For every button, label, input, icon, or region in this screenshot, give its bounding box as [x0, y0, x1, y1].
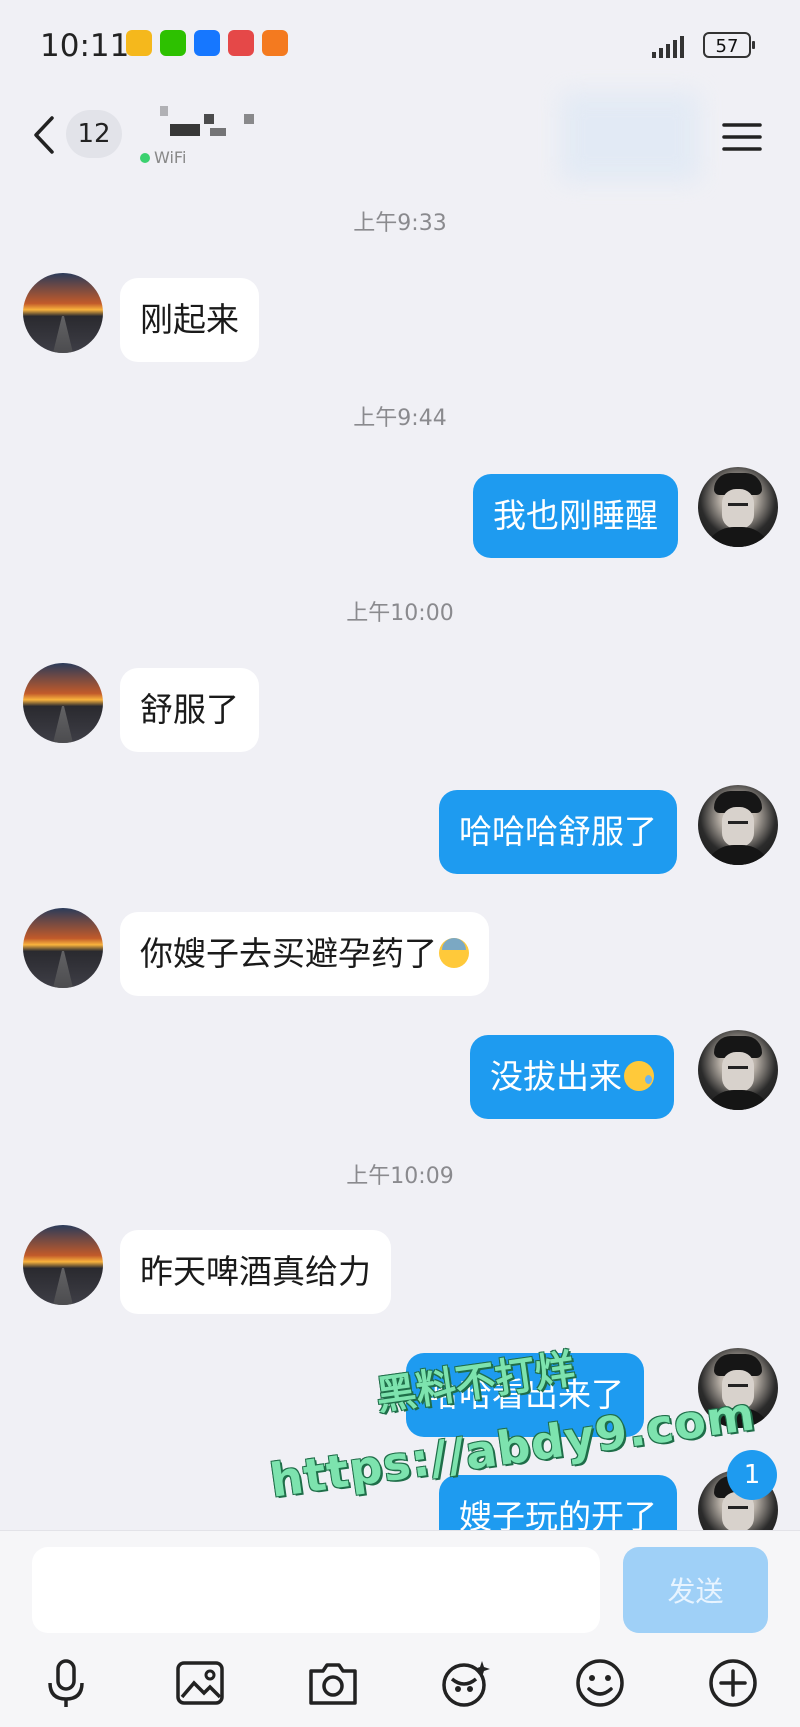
- plus-icon[interactable]: [703, 1653, 763, 1713]
- contact-avatar[interactable]: [23, 663, 103, 743]
- image-icon[interactable]: [170, 1653, 230, 1713]
- new-message-badge[interactable]: 1: [727, 1450, 777, 1500]
- my-avatar[interactable]: [698, 467, 778, 547]
- send-button[interactable]: 发送: [623, 1547, 768, 1633]
- message-bubble-out[interactable]: 没拔出来: [470, 1035, 674, 1119]
- timestamp: 上午10:00: [346, 601, 454, 626]
- timestamp: 上午9:33: [353, 211, 447, 236]
- timestamp: 上午9:44: [353, 406, 447, 431]
- contact-name-pixelated[interactable]: [140, 102, 300, 142]
- microphone-icon[interactable]: [36, 1653, 96, 1713]
- chat-header: 12 WiFi: [0, 92, 800, 184]
- message-bubble-in[interactable]: 舒服了: [120, 668, 259, 752]
- my-avatar[interactable]: [698, 1030, 778, 1110]
- emoji-icon[interactable]: [570, 1653, 630, 1713]
- my-avatar[interactable]: [698, 785, 778, 865]
- app-icon-orange: [262, 30, 288, 56]
- weibo-icon: [126, 30, 152, 56]
- signal-icon: [652, 34, 684, 58]
- battery-icon: 57: [703, 32, 755, 58]
- sweat-icon: [439, 937, 469, 968]
- tear-icon: [624, 1060, 654, 1091]
- message-bubble-out[interactable]: 我也刚睡醒: [473, 474, 678, 558]
- unread-count-badge[interactable]: 12: [66, 110, 122, 158]
- contact-status: WiFi: [140, 148, 186, 167]
- input-toolbar: [0, 1653, 800, 1713]
- timestamp: 上午10:09: [346, 1164, 454, 1189]
- contact-avatar[interactable]: [23, 908, 103, 988]
- clock: 10:11: [40, 28, 130, 64]
- input-bar: 发送: [0, 1530, 800, 1727]
- chevron-left-icon: [34, 116, 54, 154]
- message-input[interactable]: [32, 1547, 600, 1633]
- message-bubble-in[interactable]: 刚起来: [120, 278, 259, 362]
- message-text: 没拔出来: [490, 1057, 622, 1096]
- back-button[interactable]: [26, 110, 66, 160]
- message-bubble-out[interactable]: 哈哈哈舒服了: [439, 790, 677, 874]
- menu-button[interactable]: [722, 117, 762, 157]
- hamburger-menu-icon: [722, 123, 762, 151]
- camera-icon[interactable]: [303, 1653, 363, 1713]
- online-dot-icon: [140, 152, 150, 163]
- message-bubble-in[interactable]: 你嫂子去买避孕药了: [120, 912, 489, 996]
- blurred-area: [560, 92, 700, 182]
- status-bar: 10:11 57: [0, 0, 800, 92]
- notification-icons: [126, 30, 288, 56]
- message-text: 你嫂子去买避孕药了: [140, 934, 437, 973]
- contact-avatar[interactable]: [23, 1225, 103, 1305]
- red-packet-icon[interactable]: [436, 1653, 496, 1713]
- message-bubble-in[interactable]: 昨天啤酒真给力: [120, 1230, 391, 1314]
- app-icon: [228, 30, 254, 56]
- wechat-icon: [160, 30, 186, 56]
- contact-avatar[interactable]: [23, 273, 103, 353]
- contact-status-text: WiFi: [154, 148, 187, 167]
- alipay-icon: [194, 30, 220, 56]
